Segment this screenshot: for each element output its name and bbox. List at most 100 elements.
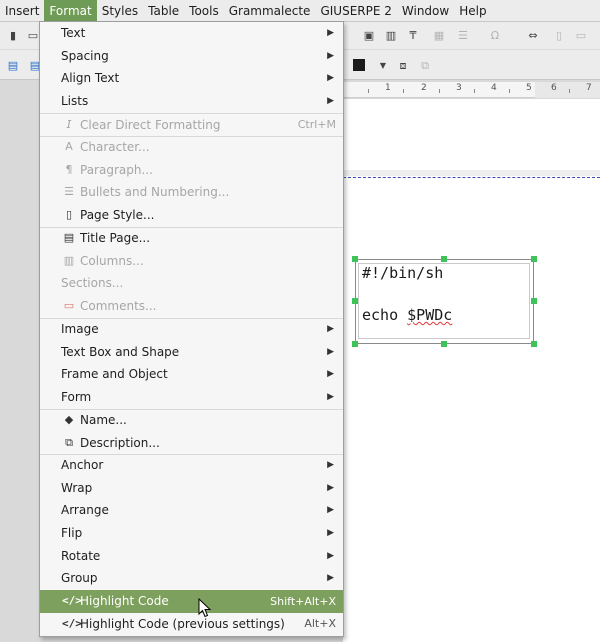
insert-image-icon[interactable]: ▣ <box>362 29 376 43</box>
menu-item-image[interactable]: Image ▶ <box>40 318 343 341</box>
ruler-tick <box>569 89 570 93</box>
resize-handle[interactable] <box>531 298 537 304</box>
menu-help[interactable]: Help <box>454 0 491 21</box>
menu-item-arrange[interactable]: Arrange ▶ <box>40 499 343 522</box>
menu-item-shortcut: Ctrl+M <box>297 118 336 132</box>
resize-handle[interactable] <box>352 341 358 347</box>
title-page-icon: ▤ <box>63 231 75 245</box>
resize-handle[interactable] <box>531 256 537 262</box>
menu-item-highlight-code-previous[interactable]: </> Highlight Code (previous settings) A… <box>40 613 343 636</box>
align-left-icon[interactable]: ▤ <box>6 59 20 73</box>
menu-item-form[interactable]: Form ▶ <box>40 386 343 409</box>
menu-item-anchor[interactable]: Anchor ▶ <box>40 454 343 477</box>
menu-giuserpe[interactable]: GIUSERPE 2 <box>315 0 396 21</box>
menu-item-group[interactable]: Group ▶ <box>40 567 343 590</box>
menu-item-character[interactable]: A Character... <box>40 136 343 159</box>
menubar: Insert Format Styles Table Tools Grammal… <box>0 0 600 22</box>
menu-item-label: Name... <box>80 413 127 428</box>
menu-item-label: Frame and Object <box>61 367 168 382</box>
horizontal-ruler[interactable]: 1 2 3 4 5 6 7 <box>343 82 600 98</box>
menu-item-frame-object[interactable]: Frame and Object ▶ <box>40 363 343 386</box>
echo-command: echo <box>362 306 408 324</box>
ruler-number: 6 <box>551 83 557 93</box>
menu-item-label: Clear Direct Formatting <box>80 117 221 132</box>
insert-table-icon[interactable]: ▦ <box>432 29 446 43</box>
menu-item-wrap[interactable]: Wrap ▶ <box>40 477 343 500</box>
menu-item-description[interactable]: ⧉ Description... <box>40 432 343 455</box>
insert-chart-icon[interactable]: ▥ <box>384 29 398 43</box>
menu-item-bullets-numbering[interactable]: ☰ Bullets and Numbering... <box>40 181 343 204</box>
menu-item-shortcut: Alt+X <box>304 617 336 631</box>
link-icon[interactable]: ⇔ <box>526 29 540 43</box>
submenu-arrow-icon: ▶ <box>327 324 334 335</box>
menu-table[interactable]: Table <box>143 0 184 21</box>
menu-item-name[interactable]: ◆ Name... <box>40 409 343 432</box>
highlight-color-icon[interactable] <box>352 59 366 73</box>
menu-item-shortcut: Shift+Alt+X <box>270 594 336 608</box>
menu-item-title-page[interactable]: ▤ Title Page... <box>40 227 343 250</box>
menu-insert[interactable]: Insert <box>0 0 44 21</box>
code-icon: </> <box>62 616 82 630</box>
ruler-tick <box>368 89 369 93</box>
resize-handle[interactable] <box>441 256 447 262</box>
document-page[interactable] <box>343 99 600 642</box>
menu-window[interactable]: Window <box>397 0 454 21</box>
resize-handle[interactable] <box>352 256 358 262</box>
clipboard-icon[interactable]: ▮ <box>6 29 20 43</box>
resize-handle[interactable] <box>441 341 447 347</box>
menu-item-text[interactable]: Text ▶ <box>40 22 343 45</box>
mouse-cursor-icon <box>198 598 212 618</box>
submenu-arrow-icon: ▶ <box>327 369 334 380</box>
copy-icon[interactable]: ▯ <box>552 29 566 43</box>
format-menu: Text ▶ Spacing ▶ Align Text ▶ Lists ▶ 𝘐 … <box>39 21 344 637</box>
menu-item-label: Lists <box>61 94 89 109</box>
resize-handle[interactable] <box>352 298 358 304</box>
menu-item-label: Image <box>61 322 99 337</box>
menu-item-label: Text <box>61 26 86 41</box>
ruler-tick <box>509 89 510 93</box>
menu-item-spacing[interactable]: Spacing ▶ <box>40 45 343 68</box>
menu-item-columns[interactable]: ▥ Columns... <box>40 250 343 273</box>
menu-item-comments[interactable]: ▭ Comments... <box>40 295 343 318</box>
menu-format[interactable]: Format <box>44 0 97 21</box>
menu-item-label: Align Text <box>61 71 120 86</box>
submenu-arrow-icon: ▶ <box>327 73 334 84</box>
menu-item-label: Comments... <box>80 299 157 314</box>
menu-styles[interactable]: Styles <box>97 0 143 21</box>
columns-icon: ▥ <box>63 253 75 267</box>
menu-item-text-box-shape[interactable]: Text Box and Shape ▶ <box>40 341 343 364</box>
comments-icon: ▭ <box>63 299 75 313</box>
menu-item-label: Highlight Code <box>80 594 169 609</box>
menu-item-rotate[interactable]: Rotate ▶ <box>40 544 343 567</box>
menu-item-clear-direct-formatting[interactable]: 𝘐 Clear Direct Formatting Ctrl+M <box>40 113 343 136</box>
comment-icon[interactable]: ▭ <box>574 29 588 43</box>
frame-link-icon[interactable]: ⧈ <box>396 59 410 73</box>
resize-handle[interactable] <box>531 341 537 347</box>
page-style-icon: ▯ <box>65 208 73 222</box>
dropdown-arrow-icon[interactable]: ▼ <box>376 59 390 73</box>
print-icon[interactable]: ▭ <box>26 29 40 43</box>
menu-tools[interactable]: Tools <box>184 0 224 21</box>
menu-item-paragraph[interactable]: ¶ Paragraph... <box>40 159 343 182</box>
frame-unlink-icon[interactable]: ⧉ <box>418 59 432 73</box>
submenu-arrow-icon: ▶ <box>327 392 334 403</box>
submenu-arrow-icon: ▶ <box>327 346 334 357</box>
menu-item-page-style[interactable]: ▯ Page Style... <box>40 204 343 227</box>
tag-icon: ◆ <box>64 413 74 427</box>
special-character-icon[interactable]: Ω <box>488 29 502 43</box>
menu-item-flip[interactable]: Flip ▶ <box>40 522 343 545</box>
menu-grammalecte[interactable]: Grammalecte <box>224 0 316 21</box>
menu-item-align-text[interactable]: Align Text ▶ <box>40 67 343 90</box>
menu-item-lists[interactable]: Lists ▶ <box>40 90 343 113</box>
ruler-number: 7 <box>586 83 592 93</box>
menu-item-label: Rotate <box>61 548 101 563</box>
description-icon: ⧉ <box>65 435 73 449</box>
submenu-arrow-icon: ▶ <box>327 460 334 471</box>
align-icon[interactable]: ☰ <box>456 29 470 43</box>
submenu-arrow-icon: ▶ <box>327 505 334 516</box>
menu-item-sections[interactable]: Sections... <box>40 272 343 295</box>
menu-item-highlight-code[interactable]: </> Highlight Code Shift+Alt+X <box>40 590 343 613</box>
insert-field-icon[interactable]: ₸ <box>406 29 420 43</box>
page-gap <box>343 170 600 176</box>
menu-item-label: Form <box>61 390 92 405</box>
